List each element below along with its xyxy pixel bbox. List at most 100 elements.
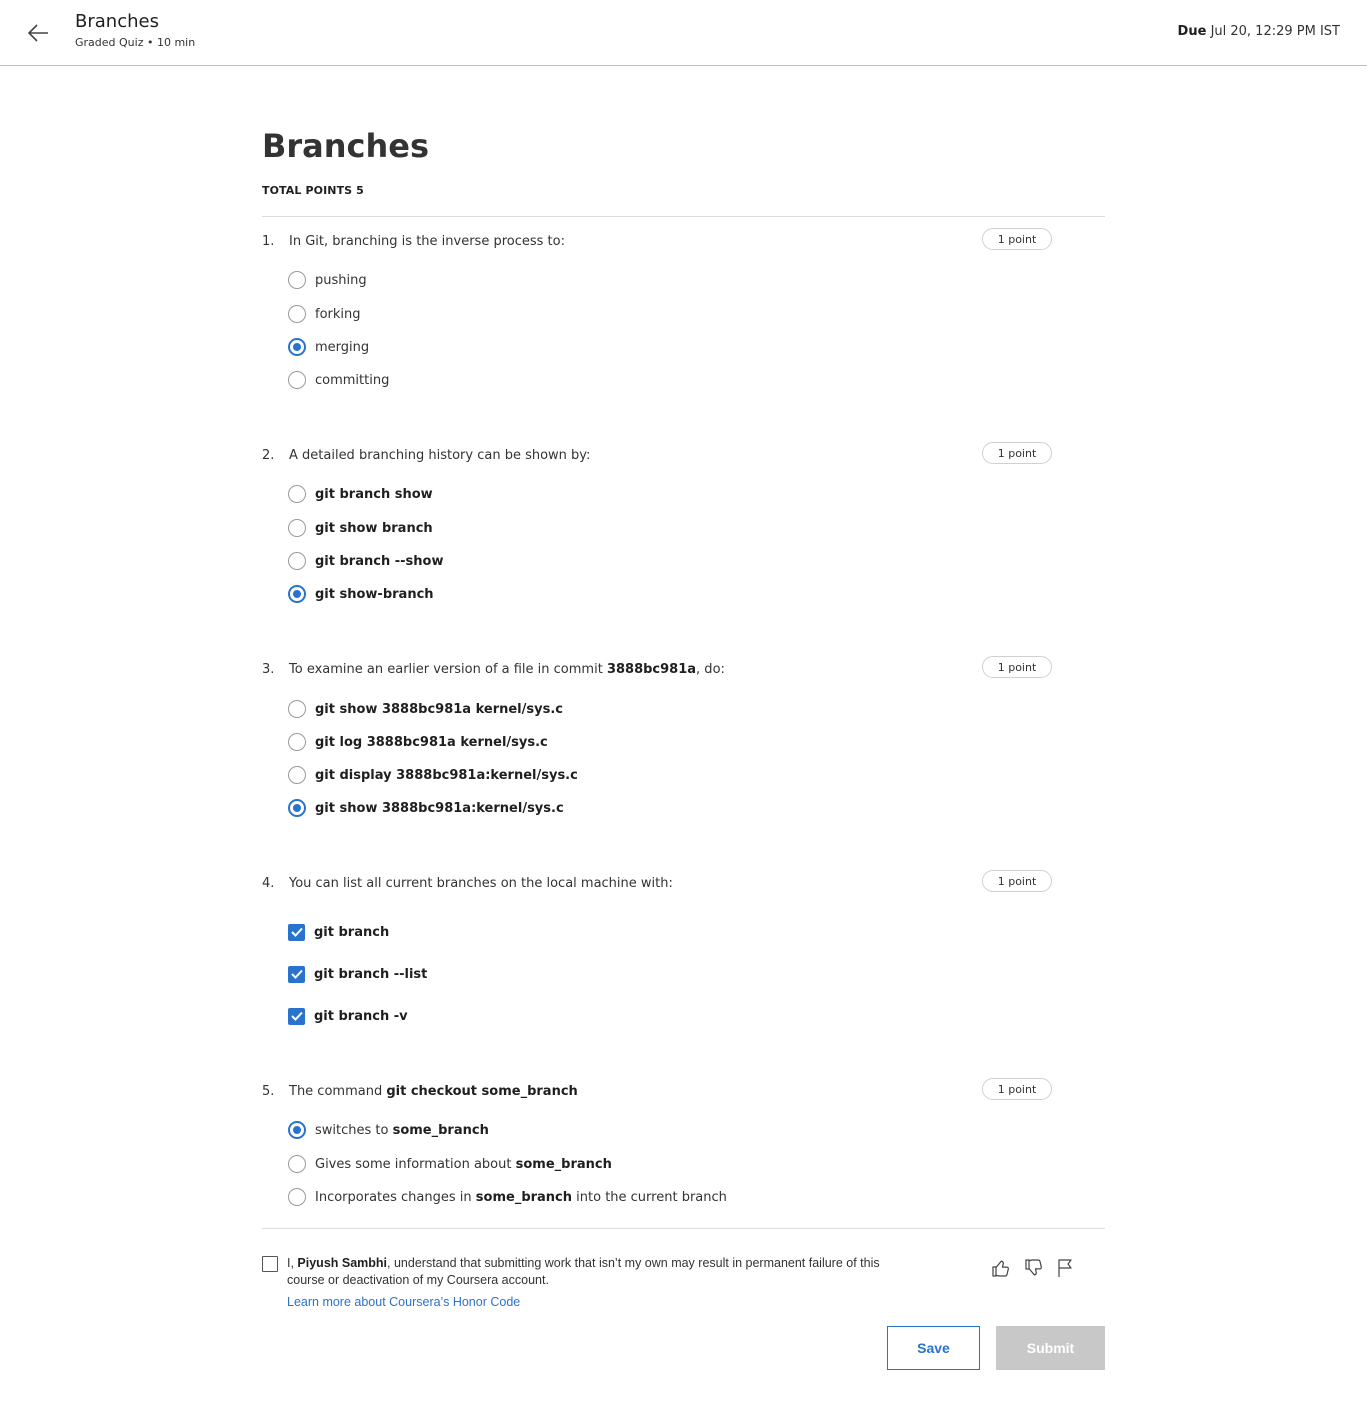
honor-code-checkbox[interactable] bbox=[262, 1256, 278, 1272]
points-badge: 1 point bbox=[982, 1078, 1052, 1100]
option-pushing[interactable]: pushing bbox=[288, 270, 367, 290]
option-label: merging bbox=[315, 339, 370, 355]
option-label: git branch --show bbox=[315, 553, 444, 569]
option-label: git branch --list bbox=[314, 966, 428, 982]
question-number: 5. bbox=[262, 1084, 275, 1099]
radio-button[interactable] bbox=[288, 733, 306, 751]
option-text-before: Incorporates changes in bbox=[315, 1189, 476, 1205]
flag-icon[interactable] bbox=[1053, 1256, 1077, 1280]
checkbox-checked[interactable] bbox=[288, 1007, 305, 1025]
question-number: 1. bbox=[262, 234, 275, 249]
honor-code-statement: I, Piyush Sambhi, understand that submit… bbox=[287, 1255, 907, 1289]
points-badge: 1 point bbox=[982, 656, 1052, 678]
radio-button[interactable] bbox=[288, 1155, 306, 1173]
option-git-show-branch[interactable]: git show branch bbox=[288, 518, 433, 538]
radio-button[interactable] bbox=[288, 700, 306, 718]
option-forking[interactable]: forking bbox=[288, 304, 361, 324]
question-text: A detailed branching history can be show… bbox=[289, 448, 591, 463]
radio-button-selected[interactable] bbox=[288, 799, 306, 817]
option-text-bold: some_branch bbox=[515, 1156, 612, 1172]
points-badge: 1 point bbox=[982, 228, 1052, 250]
checkbox-checked[interactable] bbox=[288, 965, 305, 983]
thumbs-down-icon[interactable] bbox=[1022, 1256, 1046, 1280]
option-text-bold: some_branch bbox=[392, 1122, 489, 1138]
option-label: git log 3888bc981a kernel/sys.c bbox=[315, 734, 548, 750]
option-label: git show branch bbox=[315, 520, 433, 536]
option-git-branch-v[interactable]: git branch -v bbox=[288, 1006, 408, 1026]
honor-prefix: I, bbox=[287, 1256, 298, 1270]
total-points: TOTAL POINTS 5 bbox=[262, 184, 364, 197]
question-text-before: The command bbox=[289, 1084, 387, 1099]
option-label: Gives some information about some_branch bbox=[315, 1157, 612, 1172]
question-number: 2. bbox=[262, 448, 275, 463]
header-subtitle: Graded Quiz • 10 min bbox=[75, 36, 196, 49]
option-text-bold: some_branch bbox=[475, 1189, 573, 1205]
honor-code-link[interactable]: Learn more about Coursera’s Honor Code bbox=[287, 1295, 520, 1309]
radio-button[interactable] bbox=[288, 766, 306, 784]
radio-button[interactable] bbox=[288, 1188, 306, 1206]
commit-hash: 3888bc981a bbox=[606, 662, 697, 677]
divider bbox=[262, 216, 1105, 217]
learner-name: Piyush Sambhi bbox=[297, 1256, 388, 1270]
submit-button[interactable]: Submit bbox=[996, 1326, 1105, 1370]
option-label: git branch -v bbox=[314, 1008, 408, 1024]
due-label: Due bbox=[1177, 24, 1207, 39]
question-text-before: To examine an earlier version of a file … bbox=[289, 662, 607, 677]
radio-button-selected[interactable] bbox=[288, 1121, 306, 1139]
radio-button-selected[interactable] bbox=[288, 338, 306, 356]
option-git-show-space[interactable]: git show 3888bc981a kernel/sys.c bbox=[288, 699, 563, 719]
command-text: git checkout some_branch bbox=[386, 1084, 578, 1099]
option-label: git branch bbox=[314, 924, 390, 940]
question-text: In Git, branching is the inverse process… bbox=[289, 234, 565, 249]
thumbs-up-icon[interactable] bbox=[989, 1256, 1013, 1280]
back-arrow-icon[interactable] bbox=[24, 19, 52, 47]
option-gives-information[interactable]: Gives some information about some_branch bbox=[288, 1154, 612, 1174]
option-label: git show 3888bc981a:kernel/sys.c bbox=[315, 800, 564, 816]
radio-button[interactable] bbox=[288, 519, 306, 537]
option-git-branch-dash-show[interactable]: git branch --show bbox=[288, 551, 443, 571]
radio-button-selected[interactable] bbox=[288, 585, 306, 603]
due-value: Jul 20, 12:29 PM IST bbox=[1210, 24, 1340, 39]
question-number: 4. bbox=[262, 876, 275, 891]
question-text-after: , do: bbox=[696, 662, 725, 677]
option-git-branch-show[interactable]: git branch show bbox=[288, 484, 433, 504]
question-number: 3. bbox=[262, 662, 275, 677]
option-text-before: switches to bbox=[315, 1122, 393, 1138]
option-switches-to[interactable]: switches to some_branch bbox=[288, 1120, 489, 1140]
header-title: Branches bbox=[75, 11, 159, 32]
question-text: You can list all current branches on the… bbox=[289, 876, 673, 891]
radio-button[interactable] bbox=[288, 485, 306, 503]
option-git-show-branch-hyphen[interactable]: git show-branch bbox=[288, 584, 434, 604]
option-committing[interactable]: committing bbox=[288, 370, 389, 390]
checkbox-checked[interactable] bbox=[288, 923, 305, 941]
option-git-show-colon[interactable]: git show 3888bc981a:kernel/sys.c bbox=[288, 798, 564, 818]
radio-button[interactable] bbox=[288, 371, 306, 389]
option-merging[interactable]: merging bbox=[288, 337, 369, 357]
option-incorporates-changes[interactable]: Incorporates changes in some_branch into… bbox=[288, 1187, 727, 1207]
option-label: Incorporates changes in some_branch into… bbox=[315, 1190, 727, 1205]
option-git-log[interactable]: git log 3888bc981a kernel/sys.c bbox=[288, 732, 548, 752]
page-title: Branches bbox=[262, 127, 430, 165]
option-label: pushing bbox=[315, 272, 367, 288]
radio-button[interactable] bbox=[288, 552, 306, 570]
option-text-after: into the current branch bbox=[572, 1189, 727, 1205]
option-text-before: Gives some information about bbox=[315, 1156, 516, 1172]
option-label: committing bbox=[315, 372, 390, 388]
option-label: forking bbox=[315, 306, 361, 322]
option-label: git show-branch bbox=[315, 586, 434, 602]
question-text: To examine an earlier version of a file … bbox=[289, 662, 725, 677]
points-badge: 1 point bbox=[982, 442, 1052, 464]
top-bar: Branches Graded Quiz • 10 min Due Jul 20… bbox=[0, 0, 1367, 66]
points-badge: 1 point bbox=[982, 870, 1052, 892]
save-button[interactable]: Save bbox=[887, 1326, 980, 1370]
option-git-branch[interactable]: git branch bbox=[288, 922, 389, 942]
radio-button[interactable] bbox=[288, 305, 306, 323]
option-git-display[interactable]: git display 3888bc981a:kernel/sys.c bbox=[288, 765, 578, 785]
question-text: The command git checkout some_branch bbox=[289, 1084, 578, 1099]
option-label: switches to some_branch bbox=[315, 1123, 489, 1138]
radio-button[interactable] bbox=[288, 271, 306, 289]
option-label: git branch show bbox=[315, 486, 433, 502]
option-label: git display 3888bc981a:kernel/sys.c bbox=[315, 767, 578, 783]
divider bbox=[262, 1228, 1105, 1229]
option-git-branch-list[interactable]: git branch --list bbox=[288, 964, 427, 984]
